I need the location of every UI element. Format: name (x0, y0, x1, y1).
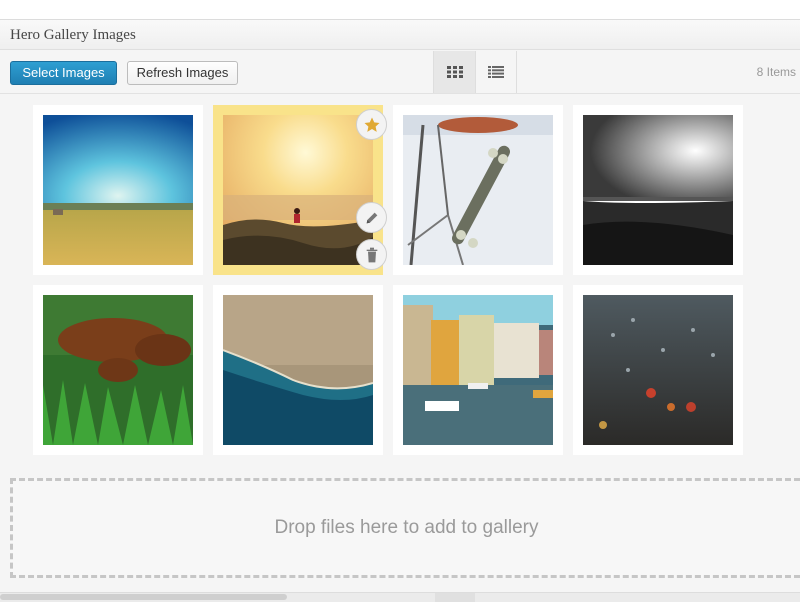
upload-dropzone[interactable]: Drop files here to add to gallery (10, 478, 800, 578)
image-gallery (0, 105, 800, 465)
star-icon (364, 117, 379, 132)
dogs-grass-photo (43, 295, 193, 445)
gallery-image-runner[interactable] (213, 105, 387, 275)
edit-image-button[interactable] (356, 202, 387, 233)
grid-view-button[interactable] (433, 51, 476, 93)
gallery-toolbar: Select Images Refresh Images 8 Items (0, 51, 800, 94)
list-icon (487, 66, 504, 78)
item-count: 8 Items (756, 65, 796, 79)
wheat-field-photo (43, 115, 193, 265)
gallery-image-rain[interactable] (573, 285, 743, 455)
refresh-images-button[interactable]: Refresh Images (127, 61, 238, 85)
gallery-panel: Hero Gallery Images Select Images Refres… (0, 19, 800, 602)
canal-houses-photo (403, 295, 553, 445)
trash-icon (366, 247, 377, 262)
grid-icon (446, 66, 463, 78)
list-view-button[interactable] (475, 51, 517, 93)
bw-landscape-photo (583, 115, 733, 265)
dropzone-label: Drop files here to add to gallery (274, 517, 539, 538)
gallery-image-coastline[interactable] (213, 285, 383, 455)
gallery-image-bw-landscape[interactable] (573, 105, 743, 275)
horizontal-scrollbar[interactable] (0, 592, 800, 602)
panel-title: Hero Gallery Images (0, 20, 800, 50)
pencil-icon (366, 212, 377, 223)
feature-image-button[interactable] (356, 109, 387, 140)
select-images-button[interactable]: Select Images (10, 61, 117, 85)
skateboard-photo (403, 115, 553, 265)
gallery-image-skateboard[interactable] (393, 105, 563, 275)
gallery-image-dogs[interactable] (33, 285, 203, 455)
bottom-tab-indicator (435, 593, 475, 602)
runner-sunset-photo (223, 115, 373, 265)
aerial-coastline-photo (223, 295, 373, 445)
gallery-image-canal[interactable] (393, 285, 563, 455)
rain-window-photo (583, 295, 733, 445)
gallery-image-wheat-field[interactable] (33, 105, 203, 275)
delete-image-button[interactable] (356, 239, 387, 270)
scrollbar-thumb[interactable] (0, 594, 287, 600)
